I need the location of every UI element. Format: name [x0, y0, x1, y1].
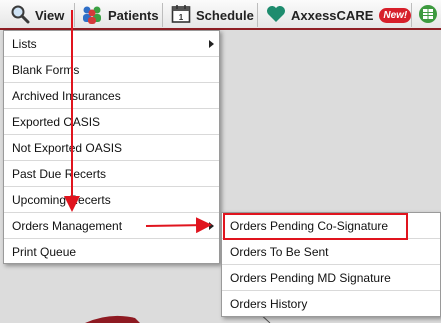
- annotation-arrows: [64, 10, 212, 234]
- right-arrow: [145, 217, 212, 234]
